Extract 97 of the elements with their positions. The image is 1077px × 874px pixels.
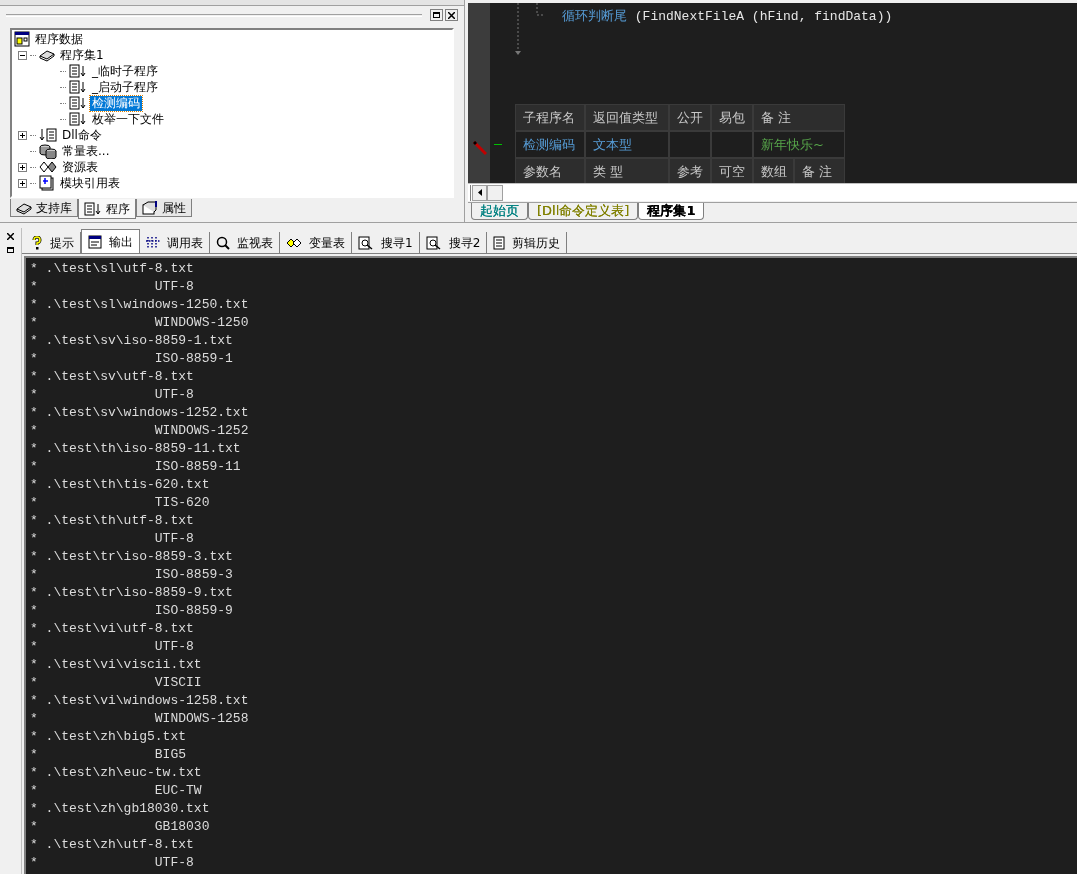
output-tab[interactable]: 输出 xyxy=(81,229,140,253)
question-icon xyxy=(31,235,43,250)
close-icon xyxy=(448,11,455,19)
output-line: * .\test\sv\windows-1252.txt xyxy=(30,404,249,422)
output-line: * ISO-8859-11 xyxy=(30,458,241,476)
tree-item[interactable]: _临时子程序 xyxy=(90,63,160,79)
tree-item[interactable]: 检测编码 xyxy=(90,95,142,111)
marker-dash xyxy=(494,144,502,145)
output-line: * .\test\sl\utf-8.txt xyxy=(30,260,194,278)
document-arrow-icon xyxy=(84,201,102,216)
left-arrow-icon xyxy=(477,189,482,196)
output-line: * UTF-8 xyxy=(30,278,194,296)
restore-button[interactable] xyxy=(4,244,17,255)
pencil-icon xyxy=(473,141,487,155)
output-line: * ISO-8859-3 xyxy=(30,566,233,584)
table-header-cell: 易包 xyxy=(711,104,753,131)
tree-item[interactable]: 模块引用表 xyxy=(58,175,122,191)
output-line: * EUC-TW xyxy=(30,782,202,800)
table-cell: 文本型 xyxy=(585,131,669,158)
output-line: * TIS-620 xyxy=(30,494,210,512)
code-arguments: (FindNextFileA (hFind, findData)) xyxy=(634,9,893,24)
output-line: * .\test\zh\gb18030.txt xyxy=(30,800,210,818)
properties-icon xyxy=(142,200,158,215)
diamonds-icon xyxy=(286,236,302,249)
table-header-cell: 返回值类型 xyxy=(585,104,669,131)
output-line: * VISCII xyxy=(30,674,202,692)
output-line: * WINDOWS-1258 xyxy=(30,710,249,728)
close-button[interactable] xyxy=(4,231,17,242)
code-keyword: 循环判断尾 xyxy=(562,8,627,23)
output-line: * .\test\th\utf-8.txt xyxy=(30,512,194,530)
output-line: * WINDOWS-1250 xyxy=(30,314,249,332)
dotted-columns-icon xyxy=(146,235,160,250)
output-line: * .\test\zh\euc-tw.txt xyxy=(30,764,202,782)
project-icon xyxy=(14,31,30,47)
tree-item[interactable]: Dll命令 xyxy=(60,127,104,143)
panel-tab[interactable]: 属性 xyxy=(136,199,192,217)
table-cell: 新年快乐~ xyxy=(753,131,845,158)
tree-item[interactable]: 程序集1 xyxy=(58,47,106,63)
output-line: * .\test\th\iso-8859-11.txt xyxy=(30,440,241,458)
document-arrow-icon xyxy=(69,96,87,110)
output-line: * .\test\zh\utf-8.txt xyxy=(30,836,194,854)
tree-item[interactable]: 枚举一下文件 xyxy=(90,111,166,127)
output-line: * UTF-8 xyxy=(30,854,194,872)
tree-item[interactable]: _启动子程序 xyxy=(90,79,160,95)
arrow-list-icon xyxy=(39,128,57,142)
output-line: * .\test\sv\iso-8859-1.txt xyxy=(30,332,233,350)
tree-item[interactable]: 资源表 xyxy=(60,159,100,175)
panel-tab[interactable]: 程序 xyxy=(78,199,136,219)
maximize-button[interactable] xyxy=(430,9,443,21)
collapse-toggle[interactable] xyxy=(18,50,27,60)
document-search-icon xyxy=(425,235,442,250)
expand-toggle[interactable] xyxy=(18,130,27,140)
tree-item[interactable]: 程序数据 xyxy=(33,31,85,47)
expand-toggle[interactable] xyxy=(18,178,27,188)
output-line: * .\test\vi\viscii.txt xyxy=(30,656,202,674)
cylinders-icon xyxy=(39,143,57,159)
editor-tab[interactable]: [Dll命令定义表] xyxy=(528,203,639,220)
output-line: * UTF-8 xyxy=(30,530,194,548)
output-line: * UTF-8 xyxy=(30,386,194,404)
scrollbar-thumb[interactable] xyxy=(487,184,503,201)
books-icon xyxy=(39,48,55,62)
expand-toggle[interactable] xyxy=(18,162,27,172)
table-cell: 检测编码 xyxy=(515,131,585,158)
output-line: * .\test\tr\iso-8859-9.txt xyxy=(30,584,233,602)
document-arrow-icon xyxy=(69,64,87,78)
document-arrow-icon xyxy=(69,112,87,126)
close-icon xyxy=(7,233,14,240)
tree-item[interactable]: 常量表... xyxy=(60,143,112,159)
output-line: * .\test\th\tis-620.txt xyxy=(30,476,210,494)
output-line: * .\test\vi\windows-1258.txt xyxy=(30,692,249,710)
document-arrow-icon xyxy=(69,80,87,94)
output-line: * .\test\sl\windows-1250.txt xyxy=(30,296,249,314)
document-search-icon xyxy=(358,235,374,250)
output-line: * .\test\zh\big5.txt xyxy=(30,728,187,746)
output-line: * GB18030 xyxy=(30,818,210,836)
output-line: * .\test\tr\iso-8859-3.txt xyxy=(30,548,233,566)
document-icon xyxy=(493,235,506,250)
scroll-left-button[interactable] xyxy=(472,184,487,201)
diamonds-icon xyxy=(39,160,57,174)
close-button[interactable] xyxy=(445,9,458,21)
output-line: * UTF-8 xyxy=(30,638,194,656)
editor-tab[interactable]: 起始页 xyxy=(471,203,528,220)
output-line: * ISO-8859-1 xyxy=(30,350,233,368)
table-header-cell: 备 注 xyxy=(753,104,845,131)
table-header-cell: 子程序名 xyxy=(515,104,585,131)
output-line: * BIG5 xyxy=(30,746,187,764)
search-icon xyxy=(216,235,230,250)
table-header-cell: 公开 xyxy=(669,104,711,131)
flow-line-drawing xyxy=(513,3,543,55)
output-line: * WINDOWS-1252 xyxy=(30,422,249,440)
panel-tab[interactable]: 支持库 xyxy=(10,199,78,217)
editor-tab[interactable]: 程序集1 xyxy=(638,203,705,220)
output-line: * .\test\vi\utf-8.txt xyxy=(30,620,194,638)
output-line: * .\test\sv\utf-8.txt xyxy=(30,368,194,386)
window-icon xyxy=(88,234,102,249)
output-line: * ISO-8859-9 xyxy=(30,602,233,620)
document-plus-icon xyxy=(39,175,55,191)
